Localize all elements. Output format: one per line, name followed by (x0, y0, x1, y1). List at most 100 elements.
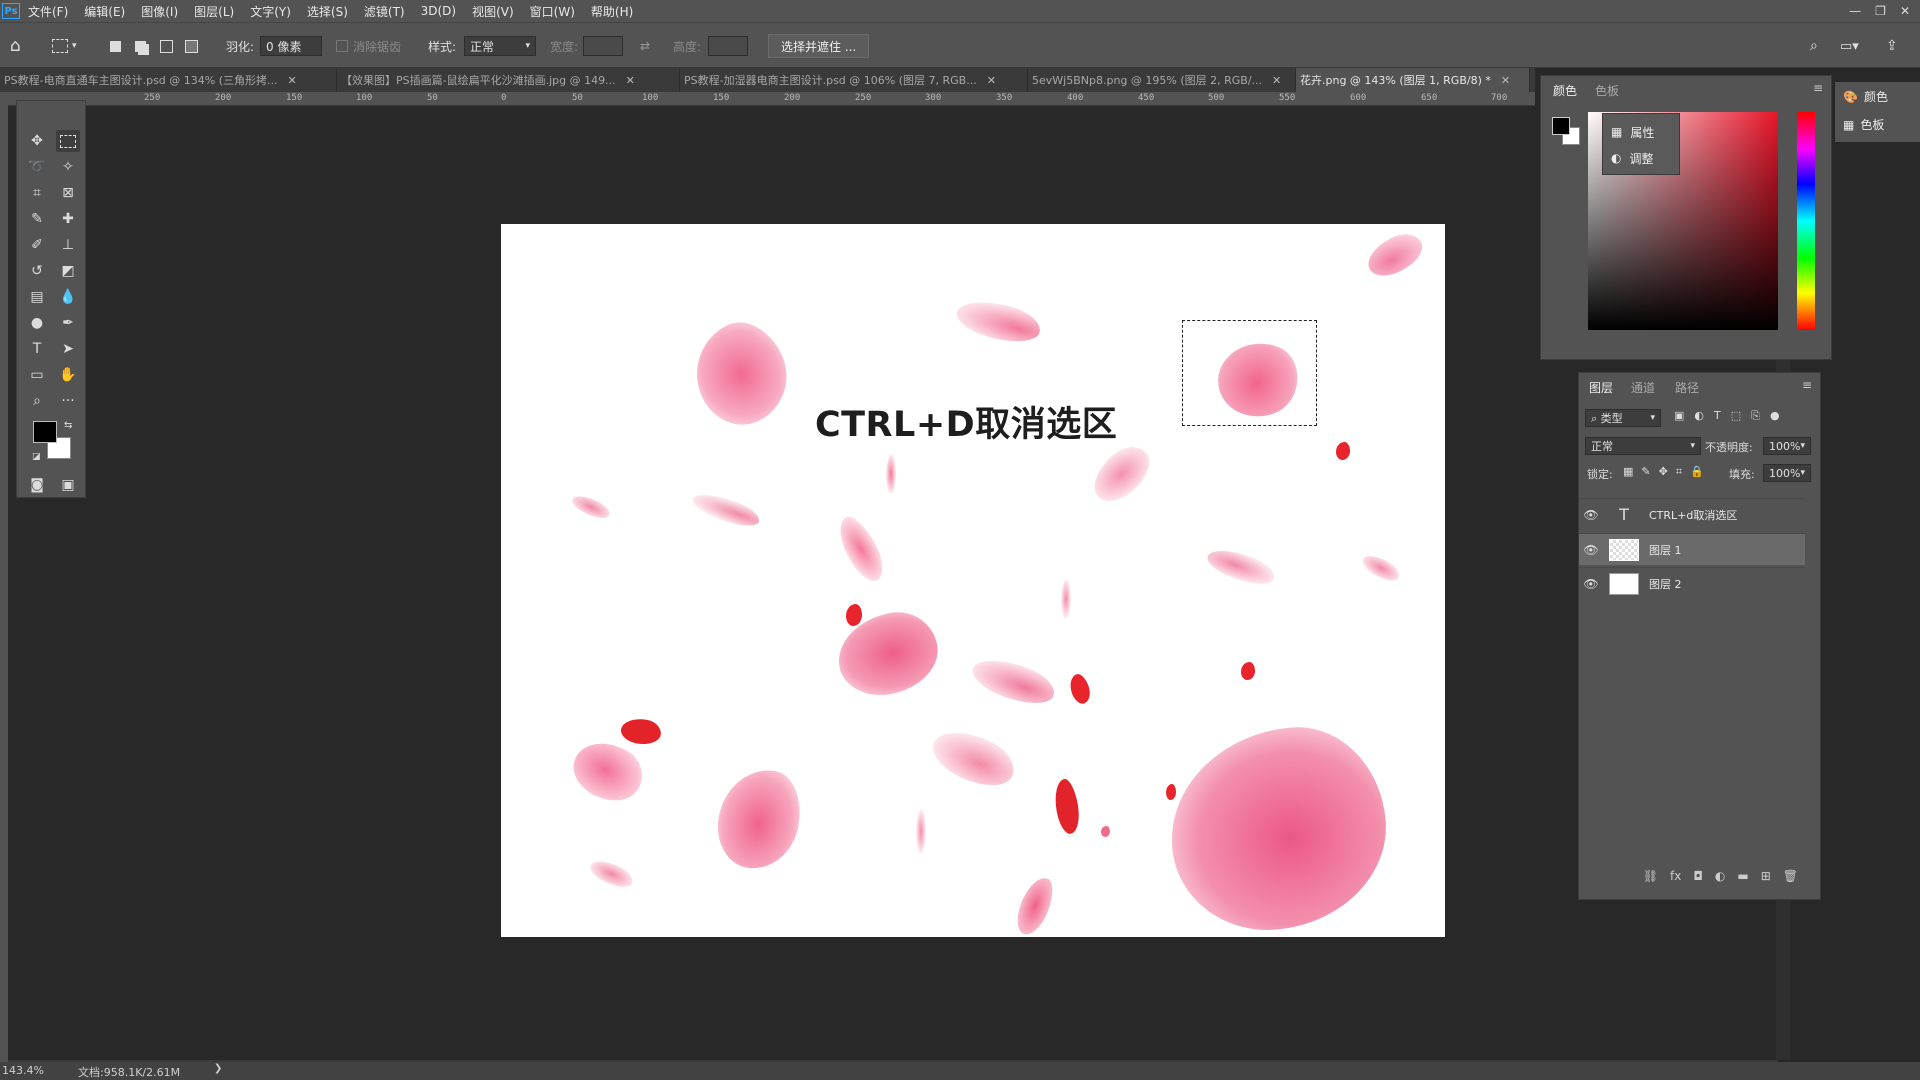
lasso-tool-icon[interactable]: ➰ (25, 156, 49, 178)
dock-swatches[interactable]: ▦ 色板 (1843, 116, 1884, 133)
crop-tool-icon[interactable]: ⌗ (25, 182, 49, 204)
lock-all-icon[interactable]: 🔒 (1690, 465, 1704, 479)
quick-mask-icon[interactable]: ◙ (25, 474, 49, 496)
zoom-tool-icon[interactable]: ⌕ (25, 390, 49, 412)
hue-slider[interactable] (1797, 112, 1815, 330)
layer-row[interactable]: 👁 图层 2 (1579, 567, 1805, 599)
width-input[interactable] (583, 36, 623, 56)
panel-menu-icon[interactable]: ≡ (1813, 81, 1823, 95)
type-tool-icon[interactable]: T (25, 338, 49, 360)
rectangle-tool-icon[interactable]: ▭ (25, 364, 49, 386)
tab-color[interactable]: 颜色 (1553, 82, 1577, 99)
subtract-selection-icon[interactable] (160, 23, 173, 69)
delete-layer-icon[interactable]: 🗑 (1783, 869, 1798, 883)
menu-image[interactable]: 图像(I) (133, 3, 186, 20)
filter-smart-object-icon[interactable]: ⎘ (1751, 409, 1760, 423)
layer-row[interactable]: 👁 T CTRL+d取消选区 (1579, 498, 1805, 530)
layer-name[interactable]: 图层 2 (1649, 576, 1682, 592)
filter-adjustment-icon[interactable]: ◐ (1694, 409, 1704, 423)
fill-input[interactable]: 100% ▾ (1763, 464, 1811, 482)
menu-layer[interactable]: 图层(L) (186, 3, 242, 20)
blur-tool-icon[interactable]: 💧 (56, 286, 80, 308)
move-tool-icon[interactable]: ✥ (25, 130, 49, 152)
adjustment-layer-icon[interactable]: ◐ (1715, 869, 1725, 883)
tab-close-icon[interactable]: ✕ (987, 74, 996, 87)
close-icon[interactable]: ✕ (1900, 4, 1910, 18)
intersect-selection-icon[interactable] (185, 23, 198, 69)
add-mask-icon[interactable]: ◘ (1693, 869, 1703, 883)
swap-colors-icon[interactable]: ⇆ (64, 420, 72, 431)
foreground-color-swatch[interactable] (1552, 117, 1570, 135)
menu-3d[interactable]: 3D(D) (413, 4, 464, 18)
marquee-preset-icon[interactable]: ▾ (52, 23, 77, 69)
filter-shape-icon[interactable]: ⬚ (1731, 409, 1741, 423)
flyout-properties[interactable]: ▦ 属性 (1611, 122, 1654, 142)
hand-tool-icon[interactable]: ✋ (56, 364, 80, 386)
healing-brush-tool-icon[interactable]: ✚ (56, 208, 80, 230)
tab-close-icon[interactable]: ✕ (1501, 74, 1510, 87)
swap-dimensions-icon[interactable]: ⇄ (640, 23, 650, 69)
tab-channels[interactable]: 通道 (1631, 379, 1655, 396)
menu-help[interactable]: 帮助(H) (583, 3, 641, 20)
add-selection-icon[interactable] (135, 23, 146, 69)
visibility-eye-icon[interactable]: 👁 (1579, 508, 1603, 522)
panel-menu-icon[interactable]: ≡ (1802, 378, 1812, 392)
tab-close-icon[interactable]: ✕ (1272, 74, 1281, 87)
clone-stamp-tool-icon[interactable]: ⊥ (56, 234, 80, 256)
eraser-tool-icon[interactable]: ◩ (56, 260, 80, 282)
tab-paths[interactable]: 路径 (1675, 379, 1699, 396)
menu-edit[interactable]: 编辑(E) (76, 3, 133, 20)
blend-mode-select[interactable]: 正常 ▾ (1585, 437, 1701, 455)
filter-pixel-icon[interactable]: ▣ (1674, 409, 1684, 423)
gradient-tool-icon[interactable]: ▤ (25, 286, 49, 308)
height-input[interactable] (708, 36, 748, 56)
select-and-mask-button[interactable]: 选择并遮住 ... (768, 34, 870, 58)
style-select[interactable]: 正常 ▾ (464, 36, 536, 56)
filter-type-icon[interactable]: T (1714, 409, 1721, 423)
tab-document[interactable]: 5evWj5BNp8.png @ 195% (图层 2, RGB/... ✕ (1028, 68, 1296, 92)
home-icon[interactable]: ⌂ (10, 23, 21, 69)
new-selection-icon[interactable] (110, 23, 121, 69)
filter-toggle-icon[interactable]: ● (1770, 409, 1780, 423)
tab-close-icon[interactable]: ✕ (288, 74, 297, 87)
menu-select[interactable]: 选择(S) (299, 3, 356, 20)
pen-tool-icon[interactable]: ✒ (56, 312, 80, 334)
path-selection-tool-icon[interactable]: ➤ (56, 338, 80, 360)
menu-file[interactable]: 文件(F) (20, 3, 76, 20)
brush-tool-icon[interactable]: ✐ (25, 234, 49, 256)
history-brush-tool-icon[interactable]: ↺ (25, 260, 49, 282)
tab-document[interactable]: PS教程-电商直通车主图设计.psd @ 134% (三角形拷... ✕ (0, 68, 337, 92)
screen-mode-icon[interactable]: ▣ (56, 474, 80, 496)
lock-artboard-icon[interactable]: ⌗ (1676, 465, 1682, 479)
lock-position-icon[interactable]: ✥ (1659, 465, 1668, 479)
menu-type[interactable]: 文字(Y) (242, 3, 299, 20)
canvas-text-layer[interactable]: CTRL+D取消选区 (815, 396, 1117, 447)
feather-input[interactable]: 0 像素 (260, 36, 322, 56)
menu-window[interactable]: 窗口(W) (522, 3, 583, 20)
magic-wand-tool-icon[interactable]: ✧ (56, 156, 80, 178)
zoom-level[interactable]: 143.4% (2, 1064, 44, 1077)
layer-style-fx-icon[interactable]: fx (1670, 869, 1681, 883)
antialias-checkbox[interactable] (336, 40, 348, 52)
tab-document[interactable]: PS教程-加湿器电商主图设计.psd @ 106% (图层 7, RGB... ✕ (680, 68, 1028, 92)
tab-swatches[interactable]: 色板 (1595, 82, 1619, 99)
new-group-icon[interactable]: ▬ (1737, 869, 1748, 883)
default-colors-icon[interactable]: ◪ (32, 452, 41, 462)
dock-color[interactable]: 🎨 颜色 (1843, 88, 1888, 105)
tab-close-icon[interactable]: ✕ (626, 74, 635, 87)
flyout-adjustments[interactable]: ◐ 调整 (1611, 148, 1654, 168)
layer-name[interactable]: CTRL+d取消选区 (1649, 507, 1737, 523)
workspace-icon[interactable]: ▭▾ (1840, 23, 1859, 69)
lock-pixels-icon[interactable]: ✎ (1641, 465, 1650, 479)
rectangular-marquee-tool-icon[interactable] (56, 130, 80, 152)
visibility-eye-icon[interactable]: 👁 (1579, 543, 1603, 557)
status-menu-icon[interactable]: ❯ (214, 1063, 222, 1074)
visibility-eye-icon[interactable]: 👁 (1579, 577, 1603, 591)
eyedropper-tool-icon[interactable]: ✎ (25, 208, 49, 230)
restore-icon[interactable]: ❐ (1875, 4, 1886, 18)
layer-filter-select[interactable]: ⌕ 类型 ▾ (1585, 409, 1661, 427)
document-canvas[interactable]: CTRL+D取消选区 (501, 224, 1445, 937)
frame-tool-icon[interactable]: ⊠ (56, 182, 80, 204)
search-icon[interactable]: ⌕ (1810, 23, 1818, 69)
tab-layers[interactable]: 图层 (1589, 379, 1613, 396)
